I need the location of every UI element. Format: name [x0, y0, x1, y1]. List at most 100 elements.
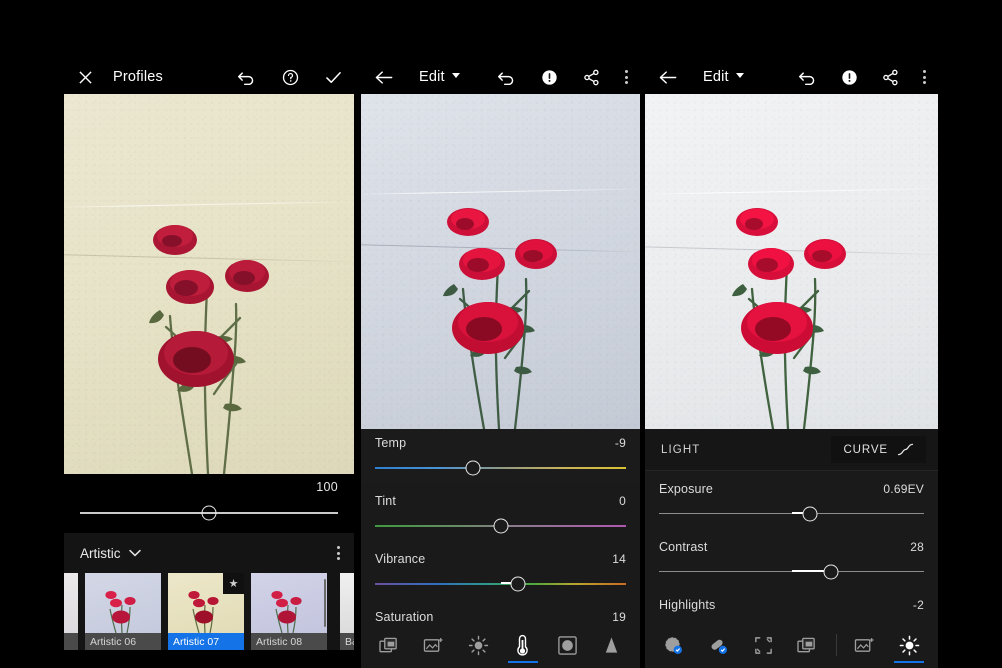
list-item[interactable]	[64, 573, 78, 650]
edit-preview-photo[interactable]	[645, 94, 938, 429]
profile-amount-slider[interactable]	[80, 505, 338, 521]
slider-knob[interactable]	[201, 505, 217, 521]
chevron-down-icon[interactable]	[735, 73, 744, 78]
curve-button[interactable]: CURVE	[831, 436, 926, 463]
share-icon[interactable]	[882, 69, 899, 86]
profiles-browser: Artistic Artistic 06 ★ Artistic 07 Artis…	[64, 533, 354, 650]
chevron-down-icon[interactable]	[128, 549, 141, 557]
carnation-bouquet	[732, 208, 846, 429]
tint-slider[interactable]	[375, 518, 626, 533]
profiles-header: Profiles	[64, 60, 354, 94]
slider-knob[interactable]	[465, 460, 481, 475]
presets-icon[interactable]	[848, 622, 882, 668]
edit-light-panel: Edit LIGHT CURVE Exposure 0.69EV Contras…	[645, 60, 938, 668]
profiles-panel: Profiles 100 Artistic Artistic 06 ★ Arti…	[64, 60, 354, 650]
undo-icon[interactable]	[497, 70, 516, 85]
temp-slider[interactable]	[375, 460, 626, 475]
list-item[interactable]: Artistic 06	[85, 573, 161, 650]
back-arrow-icon[interactable]	[659, 70, 677, 85]
slider-label: Tint	[375, 494, 396, 508]
slider-knob[interactable]	[802, 506, 818, 521]
thumbnail-bouquet	[271, 591, 302, 633]
kebab-menu-icon[interactable]	[625, 69, 628, 85]
check-icon[interactable]	[325, 70, 342, 85]
thumbnail-label	[64, 633, 78, 650]
alert-circle-icon[interactable]	[541, 69, 558, 86]
profile-group-header[interactable]: Artistic	[64, 533, 354, 573]
slider-header: Tint 0	[375, 494, 626, 508]
contrast-slider[interactable]	[659, 564, 924, 579]
healing-icon[interactable]	[701, 622, 735, 668]
edit-mode-label: Edit	[419, 69, 445, 85]
screenshot-stage: Profiles 100 Artistic Artistic 06 ★ Arti…	[0, 0, 1002, 668]
slider-row-tint[interactable]: Tint 0	[361, 483, 640, 541]
profile-amount-section: 100	[64, 474, 354, 533]
slider-value: -9	[614, 436, 626, 450]
layers-icon[interactable]	[791, 622, 825, 668]
slider-value: 28	[910, 540, 924, 554]
thumbnail-label: B&W	[340, 633, 354, 650]
slider-row-vibrance[interactable]: Vibrance 14	[361, 541, 640, 599]
thumbnail-image	[64, 573, 78, 633]
slider-label: Contrast	[659, 540, 708, 554]
thumbnail-scrollbar[interactable]	[323, 579, 326, 627]
color-temp-icon[interactable]	[506, 622, 540, 668]
slider-label: Highlights	[659, 598, 716, 612]
light-sun-icon[interactable]	[892, 622, 926, 668]
light-sun-icon[interactable]	[461, 622, 495, 668]
slider-row-exposure[interactable]: Exposure 0.69EV	[645, 471, 938, 529]
slider-row-contrast[interactable]: Contrast 28	[645, 529, 938, 587]
list-item[interactable]: ★ Artistic 07	[168, 573, 244, 650]
presets-icon[interactable]	[417, 622, 451, 668]
back-arrow-icon[interactable]	[375, 70, 393, 85]
help-circle-icon[interactable]	[282, 69, 299, 86]
slider-label: Temp	[375, 436, 407, 450]
slider-value: 14	[612, 552, 626, 566]
edit-toolbar	[645, 622, 938, 668]
profile-thumbnail-strip[interactable]: Artistic 06 ★ Artistic 07 Artistic 08 B	[64, 573, 354, 650]
alert-circle-icon[interactable]	[841, 69, 858, 86]
kebab-menu-icon[interactable]	[923, 69, 926, 85]
thumbnail-label: Artistic 06	[85, 633, 161, 650]
chevron-down-icon[interactable]	[451, 73, 460, 78]
profiles-preview-photo[interactable]	[64, 94, 354, 474]
slider-knob[interactable]	[823, 564, 839, 579]
vibrance-slider[interactable]	[375, 576, 626, 591]
tone-curve-icon	[897, 443, 914, 456]
layers-icon[interactable]	[372, 622, 406, 668]
effects-icon[interactable]	[550, 622, 584, 668]
toolbar-divider	[835, 634, 837, 656]
slider-knob[interactable]	[510, 576, 526, 591]
favorite-star-icon[interactable]: ★	[223, 573, 244, 594]
slider-label: Vibrance	[375, 552, 426, 566]
undo-icon[interactable]	[237, 70, 256, 85]
edit-preview-photo[interactable]	[361, 94, 640, 429]
share-icon[interactable]	[583, 69, 600, 86]
carnation-bouquet	[443, 208, 557, 429]
slider-row-temp[interactable]: Temp -9	[361, 425, 640, 483]
list-item[interactable]: B&W	[340, 573, 354, 650]
slider-knob[interactable]	[493, 518, 508, 533]
masking-icon[interactable]	[656, 622, 690, 668]
undo-icon[interactable]	[798, 70, 817, 85]
edit-mode-title[interactable]: Edit	[419, 69, 460, 85]
thumbnail-label: Artistic 07	[168, 633, 244, 650]
curve-button-label: CURVE	[843, 443, 888, 456]
slider-value: 0.69EV	[883, 482, 924, 496]
detail-icon[interactable]	[595, 622, 629, 668]
page-title: Profiles	[113, 69, 163, 85]
slider-label: Exposure	[659, 482, 714, 496]
close-icon[interactable]	[78, 70, 93, 85]
edit-toolbar	[361, 622, 640, 668]
light-section-header: LIGHT CURVE	[645, 429, 938, 471]
kebab-menu-icon[interactable]	[337, 545, 340, 561]
edit-header: Edit	[645, 60, 938, 94]
list-item[interactable]: Artistic 08	[251, 573, 327, 650]
thumbnail-image: ★	[168, 573, 244, 633]
thumbnail-image	[340, 573, 354, 633]
slider-header: Exposure 0.69EV	[659, 482, 924, 496]
crop-icon[interactable]	[746, 622, 780, 668]
slider-header: Vibrance 14	[375, 552, 626, 566]
edit-mode-title[interactable]: Edit	[703, 69, 744, 85]
exposure-slider[interactable]	[659, 506, 924, 521]
